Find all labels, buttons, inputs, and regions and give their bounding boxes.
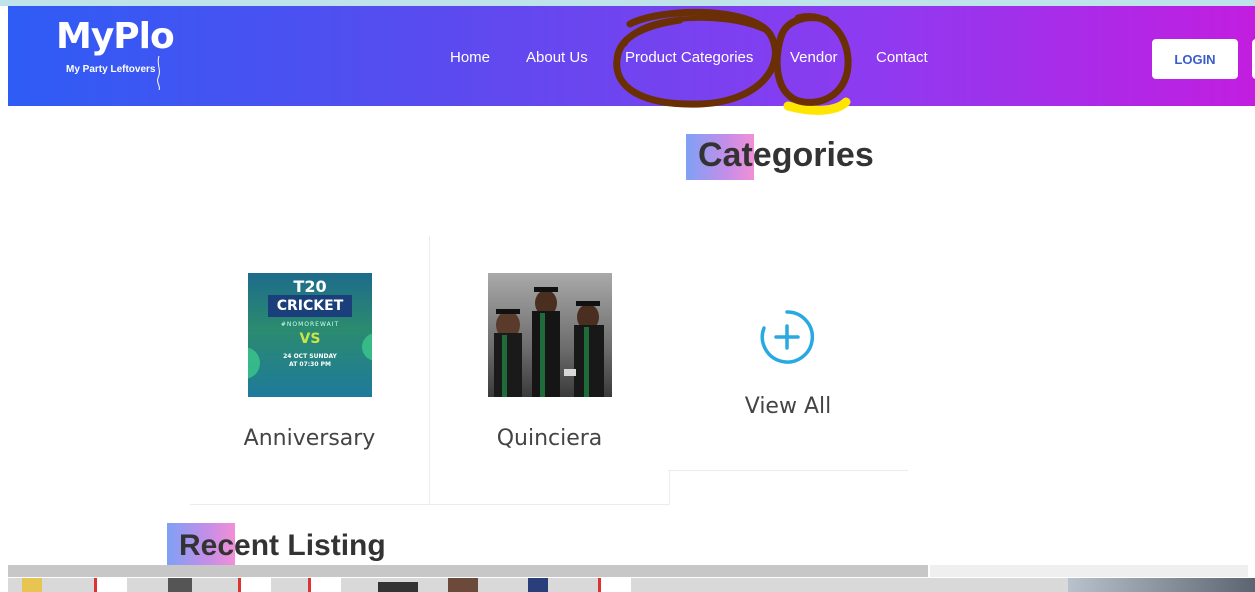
logo-tagline: My Party Leftovers [66,64,156,75]
logo-text: MyPlo [56,16,175,57]
site-logo[interactable]: MyPlo My Party Leftovers [56,16,176,96]
anniversary-image: T20 CRICKET #NOMOREWAIT VS 24 OCT SUNDAY… [248,273,372,397]
thumbnail[interactable] [308,578,341,592]
horizontal-scrollbar-track[interactable] [930,565,1248,577]
poster-line3: #NOMOREWAIT [280,321,340,328]
graduation-photo-art [494,287,604,397]
horizontal-scrollbar-thumb[interactable] [8,565,928,577]
balloon-string-icon [157,56,160,90]
categories-title: Categories [686,132,874,180]
recent-listing-thumbnails-strip [8,578,1255,592]
nav-about-us[interactable]: About Us [526,49,588,66]
thumbnail[interactable] [1068,578,1255,592]
plus-circle-icon[interactable] [758,308,816,366]
poster-date: 24 OCT SUNDAY [283,353,337,360]
thumbnail[interactable] [378,582,418,592]
category-label-anniversary: Anniversary [243,426,376,451]
poster-line2: CRICKET [276,298,344,314]
category-card-anniversary[interactable]: T20 CRICKET #NOMOREWAIT VS 24 OCT SUNDAY… [190,236,429,505]
thumbnail[interactable] [22,578,42,592]
login-button[interactable]: LOGIN [1152,39,1238,79]
categories-title-rest: egories [752,136,874,174]
recent-title-highlight: Rec [179,529,235,562]
category-card-view-all[interactable]: View All [668,236,908,471]
nav-home[interactable]: Home [450,49,490,66]
category-card-quinciera[interactable]: Quinciera [429,236,670,505]
recent-title-rest: ent Listing [234,529,386,562]
thumbnail[interactable] [528,578,548,592]
poster-line1: T20 [293,277,327,296]
nav-contact[interactable]: Contact [876,49,928,66]
recent-listing-title: Recent Listing [167,523,386,565]
poster-time: AT 07:30 PM [289,361,331,368]
navbar: MyPlo My Party Leftovers Home About Us P… [8,6,1255,106]
nav-vendor[interactable]: Vendor [790,49,838,66]
thumbnail[interactable] [238,578,271,592]
category-label-quinciera: Quinciera [496,426,603,451]
view-all-label[interactable]: View All [668,394,908,419]
thumbnail[interactable] [448,578,478,592]
categories-title-highlight: Cat [698,136,753,174]
quinciera-image [488,273,612,397]
nav-product-categories[interactable]: Product Categories [625,49,753,66]
poster-vs: VS [299,331,321,347]
thumbnail[interactable] [598,578,631,592]
thumbnail[interactable] [94,578,127,592]
thumbnail[interactable] [168,578,192,592]
